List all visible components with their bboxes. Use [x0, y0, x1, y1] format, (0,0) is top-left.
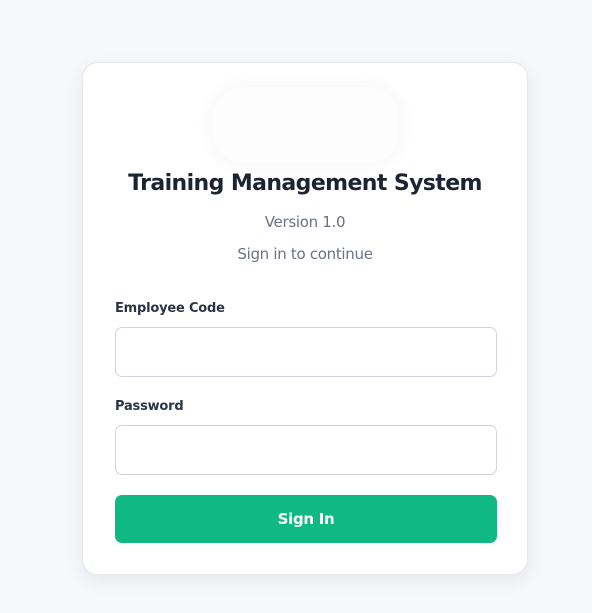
- sign-in-button[interactable]: Sign In: [115, 495, 497, 543]
- app-version: Version 1.0: [264, 213, 346, 231]
- login-subtitle: Sign in to continue: [237, 245, 373, 263]
- app-logo: [213, 87, 399, 163]
- employee-code-label: Employee Code: [115, 301, 225, 316]
- app-title: Training Management System: [128, 171, 482, 196]
- password-label: Password: [115, 399, 184, 414]
- password-input[interactable]: [115, 425, 497, 475]
- login-card: Training Management System Version 1.0 S…: [82, 62, 528, 575]
- employee-code-input[interactable]: [115, 327, 497, 377]
